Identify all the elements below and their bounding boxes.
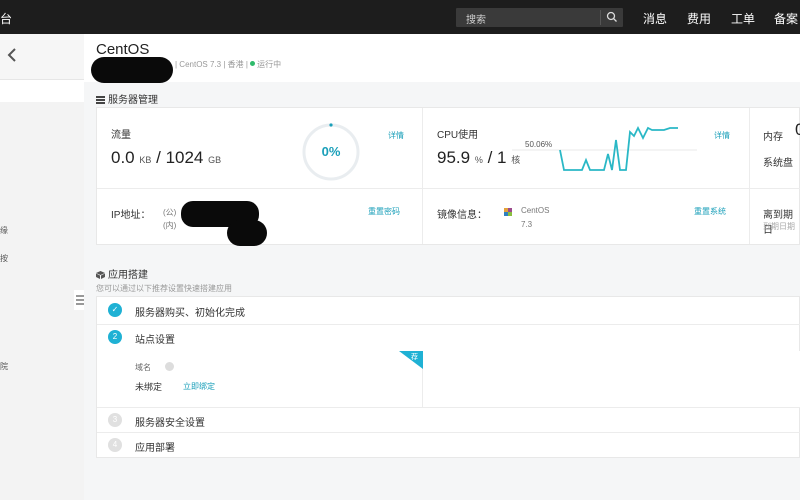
page-title: CentOS <box>96 41 150 58</box>
instance-header: CentOS | CentOS 7.3 | 香港 | 运行中 <box>84 34 800 83</box>
app-build-subtitle: 您可以通过以下推荐设置快速搭建应用 <box>96 284 232 293</box>
cube-icon <box>96 271 105 279</box>
divider <box>422 108 423 244</box>
nav-messages[interactable]: 消息 <box>643 10 667 27</box>
step-label: 服务器购买、初始化完成 <box>135 308 245 319</box>
redaction-mark <box>91 57 173 83</box>
disk-label: 系统盘 <box>763 158 793 169</box>
expiry-sub: 到期日期 <box>763 222 795 231</box>
traffic-total-unit: GB <box>208 155 222 165</box>
memory-value: 0 <box>795 120 800 139</box>
help-icon[interactable] <box>165 362 174 371</box>
server-mgmt-title: 服务器管理 <box>108 95 158 106</box>
search-divider <box>600 10 601 25</box>
domain-status: 未绑定 <box>135 382 163 392</box>
traffic-used-unit: KB <box>139 155 152 165</box>
domain-label: 域名 <box>135 363 151 372</box>
app-build-title: 应用搭建 <box>108 270 148 281</box>
sidebar-item-fragment[interactable]: 缘 <box>0 225 8 236</box>
ip-public-label: (公) <box>163 208 177 217</box>
server-mgmt-card: 流量 0.0 KB / 1024 GB 0% 详情 CPU使用 95.9 % /… <box>96 107 800 246</box>
top-bar: 台 搜索 消息 费用 工单 备案 <box>0 0 800 34</box>
nav-filing[interactable]: 备案 <box>774 10 798 27</box>
traffic-used: 0.0 <box>111 148 135 167</box>
status-text: 运行中 <box>257 60 282 69</box>
instance-meta-text: | CentOS 7.3 | 香港 | <box>175 60 248 69</box>
step-item[interactable]: 2 站点设置 <box>97 324 800 351</box>
sidebar: 缘 按 院 <box>0 34 86 500</box>
domain-card: 域名 未绑定 立即绑定 荐 <box>97 351 423 407</box>
cpu-sparkline <box>512 125 697 171</box>
step-item[interactable]: 3 服务器安全设置 <box>97 407 800 434</box>
status-dot <box>250 61 256 66</box>
traffic-total: / 1024 <box>156 148 204 167</box>
step-number: 3 <box>108 413 122 427</box>
nav-tickets[interactable]: 工单 <box>731 10 755 27</box>
chevron-left-icon[interactable] <box>5 46 19 64</box>
search-input[interactable]: 搜索 <box>466 11 486 26</box>
step-number: 4 <box>108 438 122 452</box>
cpu-details-link[interactable]: 详情 <box>714 130 730 141</box>
traffic-value: 0.0 KB / 1024 GB <box>111 148 221 168</box>
traffic-details-link[interactable]: 详情 <box>388 130 404 141</box>
divider <box>97 188 800 189</box>
ip-private-label: (内) <box>163 221 177 230</box>
search-icon[interactable] <box>606 11 618 23</box>
step-item[interactable]: 4 应用部署 <box>97 432 800 459</box>
sidebar-item-fragment[interactable]: 按 <box>0 253 8 264</box>
list-icon <box>96 96 105 104</box>
cpu-unit: % <box>474 155 483 165</box>
instance-meta: | CentOS 7.3 | 香港 | 运行中 <box>175 59 281 70</box>
ip-label: IP地址： <box>111 210 151 221</box>
reset-password-link[interactable]: 重置密码 <box>368 206 400 217</box>
server-mgmt-heading: 服务器管理 <box>96 91 158 106</box>
step-label: 站点设置 <box>135 335 175 346</box>
bind-domain-link[interactable]: 立即绑定 <box>183 381 215 392</box>
sidebar-item-fragment[interactable]: 院 <box>0 361 8 372</box>
image-version: 7.3 <box>521 220 533 229</box>
image-os: CentOS <box>521 206 550 215</box>
step-label: 应用部署 <box>135 443 175 454</box>
step-item[interactable]: ✓ 服务器购买、初始化完成 <box>97 297 800 324</box>
reset-system-link[interactable]: 重置系统 <box>694 206 726 217</box>
cpu-percent: 95.9 <box>437 148 471 167</box>
step-done-icon: ✓ <box>108 303 122 317</box>
sidebar-item-active[interactable] <box>0 80 84 102</box>
image-label: 镜像信息： <box>437 210 487 221</box>
cpu-cores: / 1 <box>487 148 507 167</box>
step-number: 2 <box>108 330 122 344</box>
app-build-heading: 应用搭建 <box>96 266 148 281</box>
centos-logo-icon <box>504 208 512 216</box>
back-button[interactable] <box>0 34 84 80</box>
app-build-steps: ✓ 服务器购买、初始化完成 2 站点设置 域名 未绑定 立即绑定 荐 3 服务器… <box>96 296 800 458</box>
site-setup-panel: 域名 未绑定 立即绑定 荐 <box>97 351 800 407</box>
brand-fragment: 台 <box>0 12 13 26</box>
nav-billing[interactable]: 费用 <box>687 10 711 27</box>
traffic-label: 流量 <box>111 130 131 141</box>
cpu-value: 95.9 % / 1 核 <box>437 148 520 168</box>
step-label: 服务器安全设置 <box>135 418 205 429</box>
search-box[interactable]: 搜索 <box>456 8 623 27</box>
recommend-badge-text: 荐 <box>411 354 418 361</box>
traffic-percent: 0% <box>321 144 341 159</box>
divider <box>749 108 750 244</box>
redaction-mark <box>227 220 267 246</box>
memory-label: 内存 <box>763 132 783 143</box>
main-content: CentOS | CentOS 7.3 | 香港 | 运行中 服务器管理 流量 … <box>84 34 800 500</box>
cpu-label: CPU使用 <box>437 130 479 141</box>
